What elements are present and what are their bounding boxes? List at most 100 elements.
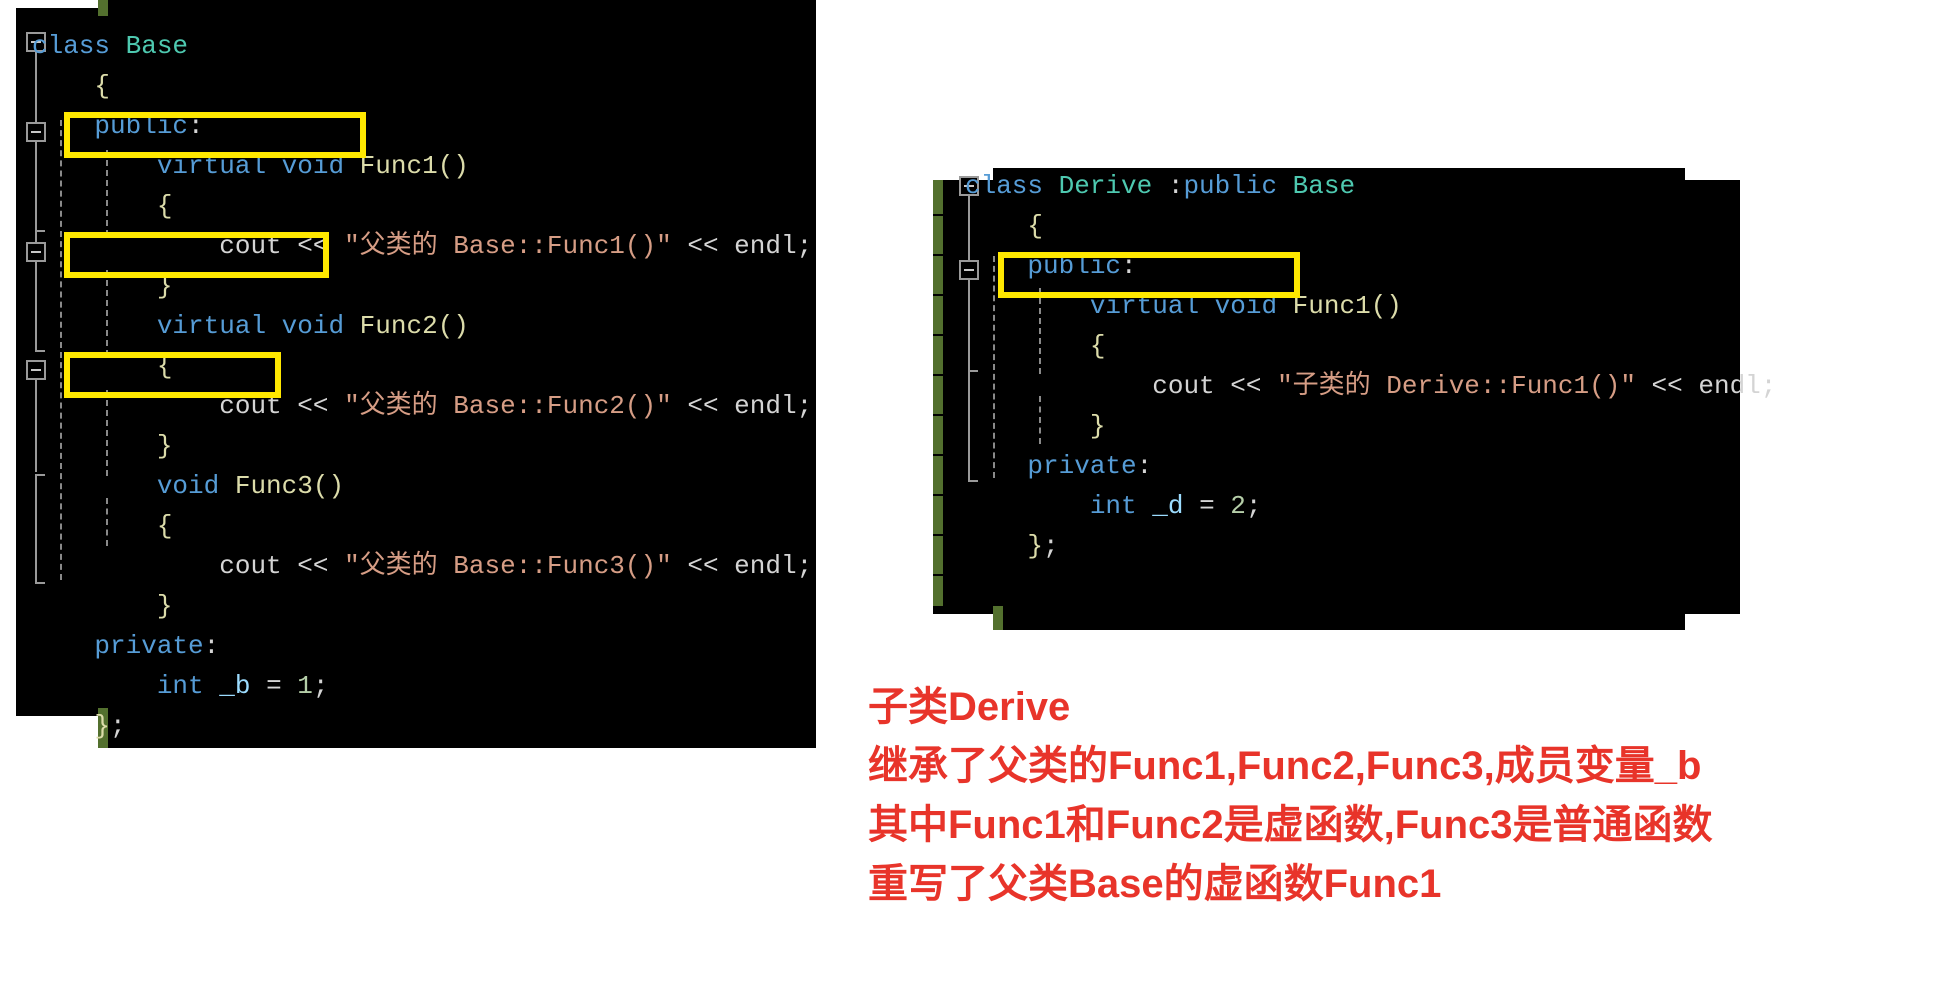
code-token: endl <box>734 391 797 421</box>
code-token: public <box>94 111 189 141</box>
code-token: cout <box>219 551 282 581</box>
code-token: << <box>1635 371 1699 401</box>
code-line: public: <box>32 106 812 146</box>
code-token: Base <box>125 31 189 61</box>
code-token: virtual <box>156 311 282 341</box>
code-token: endl <box>734 551 797 581</box>
code-token: } <box>1089 411 1106 441</box>
code-token: int <box>1089 491 1153 521</box>
code-token: << <box>671 551 735 581</box>
code-token: Base <box>1292 171 1356 201</box>
code-token: : <box>1167 171 1184 201</box>
code-token: endl <box>734 231 797 261</box>
code-token: _b <box>219 671 251 701</box>
code-token: () <box>312 471 345 501</box>
code-token: void <box>281 311 360 341</box>
code-token: endl <box>1698 371 1761 401</box>
code-token: ; <box>1245 491 1262 521</box>
code-token: void <box>156 471 235 501</box>
code-line: { <box>32 186 812 226</box>
code-line: { <box>965 206 1776 246</box>
code-token: } <box>94 711 111 741</box>
code-token: { <box>156 511 173 541</box>
code-token: "父类的 Base::Func3()" <box>344 551 672 581</box>
code-token: void <box>1214 291 1293 321</box>
code-line: { <box>32 506 812 546</box>
code-token: ; <box>1760 371 1777 401</box>
code-token: ; <box>110 711 126 741</box>
code-token: Func2 <box>359 311 438 341</box>
code-line: } <box>32 586 812 626</box>
code-line: class Base <box>32 26 812 66</box>
base-code-text: class Base { public: virtual void Func1(… <box>32 26 812 746</box>
change-marker-top <box>98 0 108 16</box>
code-token: { <box>1089 331 1106 361</box>
code-token: () <box>437 151 469 181</box>
code-token: cout <box>219 391 282 421</box>
code-line: cout << "父类的 Base::Func2()" << endl; <box>32 386 812 426</box>
derive-code-text: class Derive :public Base { public: virt… <box>965 166 1776 566</box>
code-token: : <box>1121 251 1137 281</box>
code-line: class Derive :public Base <box>965 166 1776 206</box>
code-token: private <box>94 631 204 661</box>
code-token: << <box>281 551 345 581</box>
code-line: private: <box>965 446 1776 486</box>
code-line: } <box>965 406 1776 446</box>
code-token: { <box>1027 211 1044 241</box>
code-token: "父类的 Base::Func2()" <box>344 391 672 421</box>
base-class-panel: class Base { public: virtual void Func1(… <box>16 0 816 748</box>
code-token: ; <box>796 231 813 261</box>
annotation-text: 子类Derive 继承了父类的Func1,Func2,Func3,成员变量_b 其中… <box>868 678 1713 914</box>
code-line: }; <box>32 706 812 746</box>
code-token: { <box>94 71 111 101</box>
code-line: cout << "子类的 Derive::Func1()" << endl; <box>965 366 1776 406</box>
code-token: virtual <box>156 151 282 181</box>
code-token: () <box>1370 291 1402 321</box>
code-token: << <box>671 231 735 261</box>
code-line: { <box>32 346 812 386</box>
code-line: int _d = 2; <box>965 486 1776 526</box>
code-token: << <box>1214 371 1278 401</box>
code-token: Func3 <box>234 471 313 501</box>
code-token: "父类的 Base::Func1()" <box>344 231 672 261</box>
annotation-line: 其中Func1和Func2是虚函数,Func3是普通函数 <box>868 803 1713 847</box>
code-token: } <box>156 591 173 621</box>
code-token: << <box>281 231 345 261</box>
code-line: private: <box>32 626 812 666</box>
code-token: = <box>250 671 298 701</box>
code-token: private <box>1027 451 1137 481</box>
code-token: << <box>281 391 345 421</box>
code-token: _d <box>1152 491 1184 521</box>
annotation-line: 子类Derive <box>868 685 1071 729</box>
change-marker-bottom <box>993 606 1003 630</box>
derive-class-panel: class Derive :public Base { public: virt… <box>933 168 1776 630</box>
code-token: int <box>156 671 220 701</box>
code-line: }; <box>965 526 1776 566</box>
code-token: : <box>203 631 220 661</box>
code-line: { <box>32 66 812 106</box>
code-line: public: <box>965 246 1776 286</box>
code-line: virtual void Func1() <box>32 146 812 186</box>
code-token: = <box>1183 491 1231 521</box>
code-token: Derive <box>1058 171 1168 201</box>
code-token: } <box>156 271 173 301</box>
code-token: () <box>437 311 469 341</box>
code-line: cout << "父类的 Base::Func1()" << endl; <box>32 226 812 266</box>
